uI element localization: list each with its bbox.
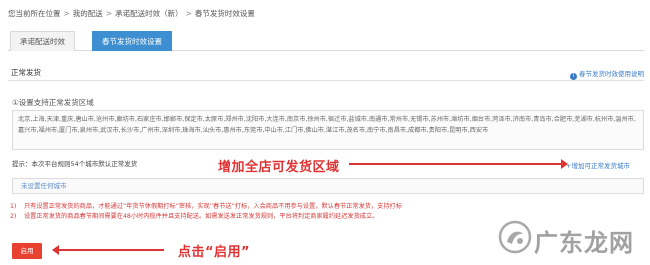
note-text: 设置正常发货的商品春节期间需要在48小时内揽件并且支持配送。如需发送发正常发货规… [24,213,379,220]
add-city-link[interactable]: +增加可正常发货城市 [566,160,630,170]
tab-spring-festival-settings[interactable]: 春节发货时效设置 [92,31,172,51]
breadcrumb-item-promise[interactable]: 承诺配送时效（新） [115,9,183,18]
breadcrumb-item-delivery[interactable]: 我的配送 [73,9,103,18]
tip-text: 提示：本次平台规则54个城市默认正常发货 [12,160,138,168]
breadcrumb-item-current: 春节发货时效设置 [194,9,255,18]
breadcrumb-separator: > [105,9,113,18]
help-link[interactable]: i 春节发货时效使用说明 [570,68,644,80]
annotation-add-area: 增加全店可发货区域 [218,160,340,175]
step-title: ①设置支持正常发货区域 [12,98,94,107]
notes: 1) 只有设置正常发货的商品，才能通过“年货节休假期打标”审核，实现“春节送”打标… [10,202,402,222]
section-title: 正常发货 [11,68,41,77]
breadcrumb-separator: > [185,9,192,18]
tab-bar: 承诺配送时效 春节发货时效设置 [8,31,644,51]
watermark: 广东龙网 [498,219,644,259]
section-header: 正常发货 i 春节发货时效使用说明 [8,64,644,81]
note-item: 2) 设置正常发货的商品春节期间需要在48小时内揽件并且支持配送。如需发送发正常发… [10,212,402,222]
breadcrumb: 您当前所在位置 > 我的配送 > 承诺配送时效（新） > 春节发货时效设置 [8,8,255,19]
tab-promise-delivery[interactable]: 承诺配送时效 [10,31,75,51]
annotation-arrow-right-icon [349,159,568,169]
breadcrumb-prefix: 您当前所在位置 [8,9,61,18]
help-link-label: 春节发货时效使用说明 [579,70,644,78]
note-text: 只有设置正常发货的商品，才能通过“年货节休假期打标”审核，实现“春节送”打标，入… [24,203,402,210]
enable-button[interactable]: 启用 [12,243,42,259]
watermark-logo-icon [498,220,532,254]
note-item: 1) 只有设置正常发货的商品，才能通过“年货节休假期打标”审核，实现“春节送”打标… [10,202,402,212]
default-city-list: 北京,上海,天津,重庆,唐山市,沧州市,廊坊市,石家庄市,邯郸市,保定市,太原市… [12,110,644,150]
note-number: 1) [10,203,17,210]
breadcrumb-separator: > [63,9,70,18]
note-number: 2) [10,213,17,220]
annotation-click-enable: 点击“启用” [178,245,251,260]
unset-cities-bar: 未设置任何城市 [12,178,644,194]
info-icon: i [570,73,577,80]
annotation-arrow-left-icon [52,245,164,255]
watermark-text: 广东龙网 [534,229,634,257]
